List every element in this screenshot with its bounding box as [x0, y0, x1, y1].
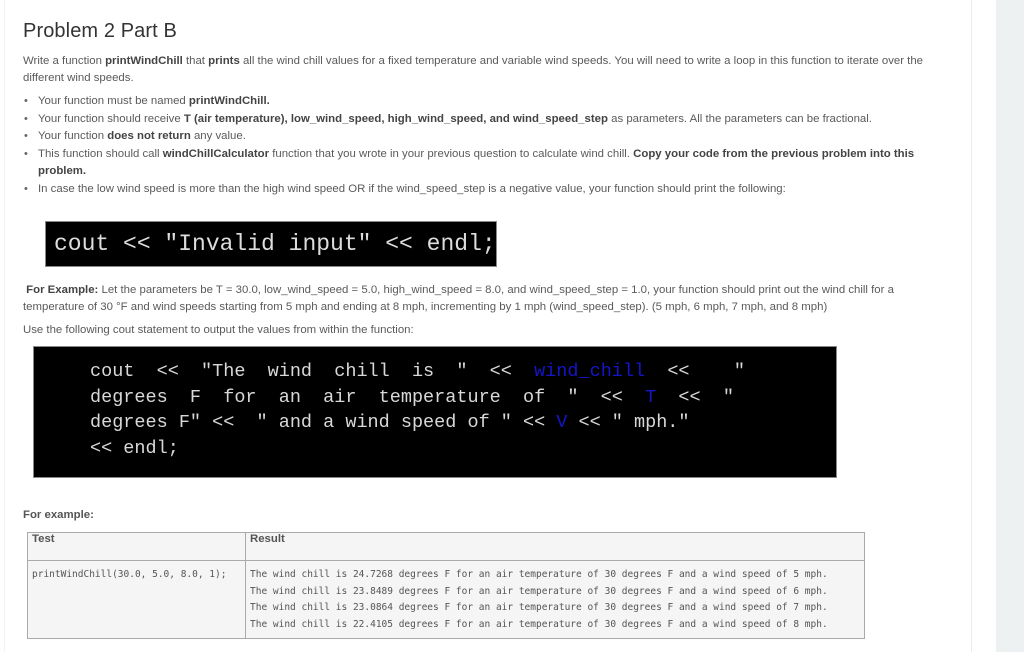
- requirement-item: In case the low wind speed is more than …: [24, 181, 958, 199]
- question-card: Problem 2 Part B Write a function printW…: [4, 0, 972, 652]
- use-statement-text: Use the following cout statement to outp…: [23, 324, 414, 336]
- example-paragraph: For Example: Let the parameters be T = 3…: [23, 284, 894, 313]
- wind-speed-variable: V: [556, 412, 568, 433]
- result-line: The wind chill is 23.0864 degrees F for …: [250, 602, 828, 613]
- result-line: The wind chill is 22.4105 degrees F for …: [250, 618, 828, 630]
- example-label: For Example:: [26, 284, 99, 296]
- table-header-row: Test Result: [27, 532, 865, 561]
- column-header-result: Result: [245, 532, 865, 561]
- requirement-item: Your function should receive T (air temp…: [24, 111, 958, 129]
- table-row: printWindChill(30.0, 5.0, 8.0, 1); The w…: [27, 560, 865, 639]
- requirement-item: Your function does not return any value.: [24, 128, 958, 146]
- for-example-heading: For example:: [23, 509, 94, 521]
- requirements-list: Your function must be named printWindChi…: [23, 93, 958, 198]
- wind-chill-variable: wind_chill: [534, 361, 646, 382]
- result-cell: The wind chill is 24.7268 degrees F for …: [245, 560, 865, 639]
- cout-statement-code-image: cout << "The wind chill is " << wind_chi…: [33, 346, 837, 478]
- examples-table: Test Result printWindChill(30.0, 5.0, 8.…: [27, 532, 865, 639]
- right-side-panel: [996, 0, 1024, 652]
- result-line: The wind chill is 23.8489 degrees F for …: [250, 585, 828, 597]
- requirement-item: Your function must be named printWindChi…: [24, 93, 958, 111]
- invalid-input-code-image: cout << "Invalid input" << endl;: [45, 221, 497, 267]
- temperature-variable: T: [645, 386, 657, 408]
- test-cell: printWindChill(30.0, 5.0, 8.0, 1);: [27, 560, 246, 639]
- page-title: Problem 2 Part B: [23, 20, 177, 42]
- intro-paragraph: Write a function printWindChill that pri…: [23, 55, 924, 84]
- result-line: The wind chill is 24.7268 degrees F for …: [250, 569, 828, 580]
- requirement-item: This function should call windChillCalcu…: [24, 146, 958, 181]
- column-header-test: Test: [27, 532, 246, 561]
